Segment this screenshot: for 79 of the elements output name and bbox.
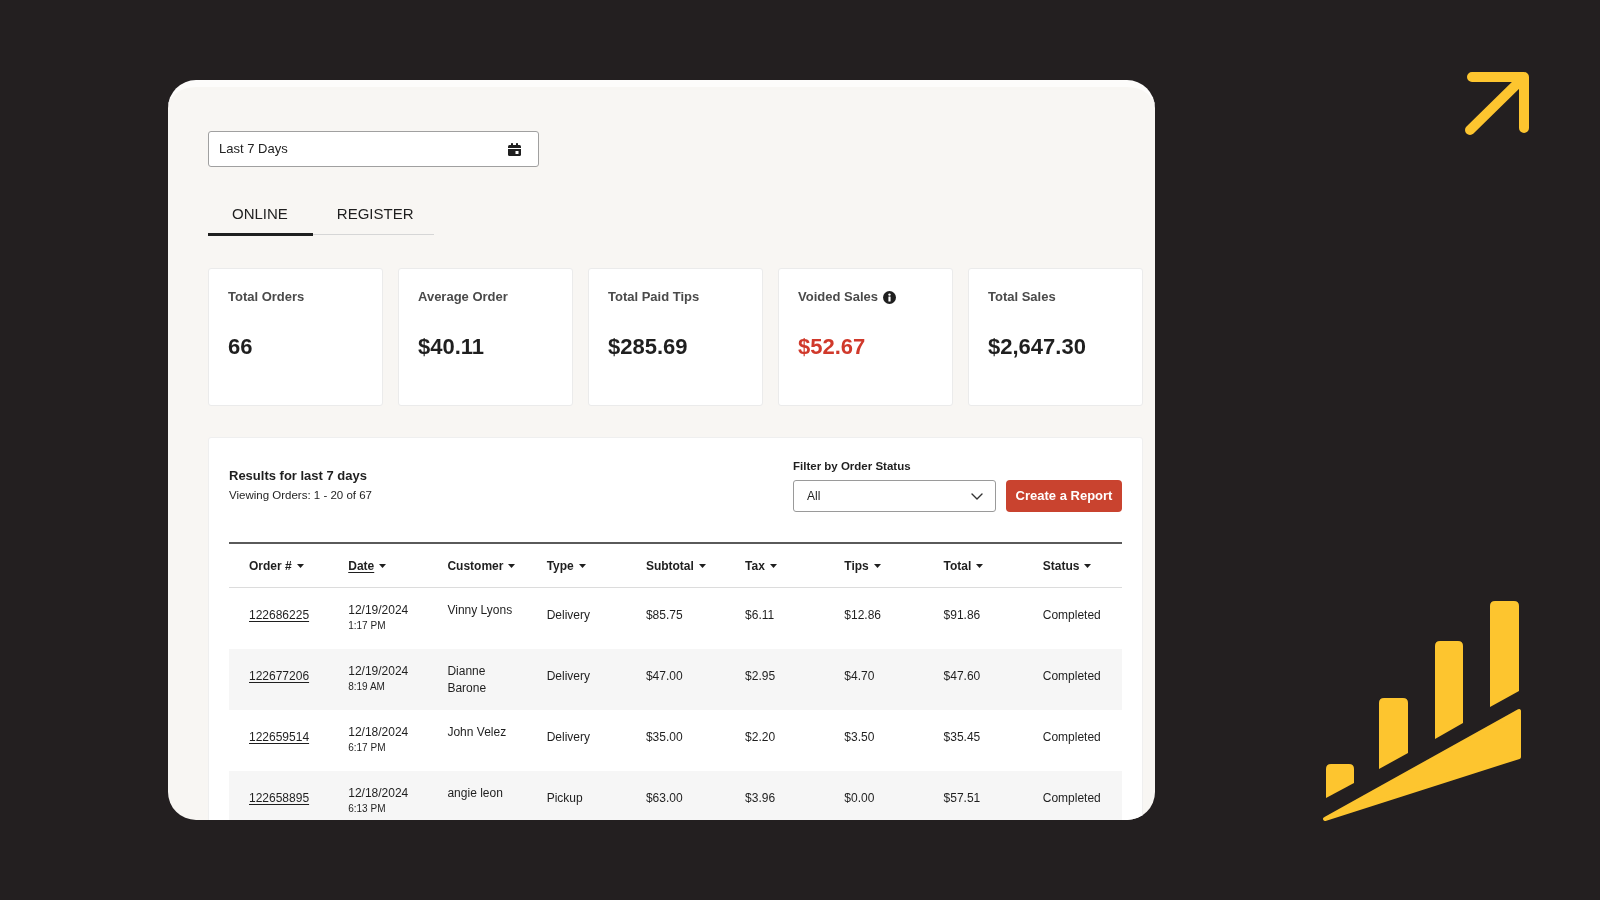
- column-header[interactable]: Tax: [745, 556, 777, 575]
- stat-value: 66: [228, 333, 253, 361]
- table-cell: Delivery: [546, 669, 590, 683]
- tab[interactable]: ONLINE: [208, 195, 313, 236]
- sort-caret-icon: [296, 563, 304, 568]
- table-cell: $3.50: [844, 730, 875, 744]
- stat-value: $52.67: [798, 333, 866, 361]
- table-cell: $85.75: [645, 608, 683, 622]
- column-header[interactable]: Customer: [447, 556, 516, 575]
- table-cell: $47.00: [645, 669, 683, 683]
- order-link[interactable]: 122658895: [249, 791, 310, 805]
- sort-caret-icon: [698, 563, 706, 568]
- filter-label: Filter by Order Status: [793, 459, 912, 474]
- table-cell: $12.86: [844, 608, 882, 622]
- sort-caret-icon: [976, 563, 984, 568]
- order-date: 12/19/2024: [348, 663, 409, 679]
- customer-name: John Velez: [447, 724, 508, 741]
- stat-label: Total Sales: [988, 288, 1056, 307]
- order-time: 6:13 PM: [348, 803, 386, 815]
- stat-value: $285.69: [608, 333, 688, 361]
- sort-caret-icon: [578, 563, 586, 568]
- table-cell: Delivery: [546, 608, 590, 622]
- column-header[interactable]: Tips: [844, 556, 881, 575]
- table-cell: Completed: [1042, 730, 1101, 744]
- customer-name: Dianne Barone: [447, 663, 488, 697]
- column-header[interactable]: Type: [546, 556, 586, 575]
- column-header[interactable]: Order #: [249, 556, 304, 575]
- table-cell: $6.11: [745, 608, 775, 622]
- table-cell: Completed: [1042, 608, 1101, 622]
- table-cell: $2.95: [745, 669, 776, 683]
- table-cell: Pickup: [546, 791, 583, 805]
- table-cell: $35.45: [943, 730, 981, 744]
- order-link[interactable]: 122659514: [249, 730, 310, 744]
- table-cell: $2.20: [745, 730, 776, 744]
- table-cell: $63.00: [645, 791, 683, 805]
- calendar-icon: [508, 142, 521, 156]
- column-header[interactable]: Date: [348, 556, 387, 575]
- stat-label: Total Paid Tips: [608, 288, 700, 307]
- order-link[interactable]: 122686225: [249, 608, 310, 622]
- order-date: 12/18/2024: [348, 785, 409, 801]
- stat-label: Total Orders: [228, 288, 305, 307]
- sort-caret-icon: [873, 563, 881, 568]
- chevron-down-icon: [971, 492, 983, 500]
- table-cell: Completed: [1042, 791, 1101, 805]
- table-cell: $47.60: [943, 669, 981, 683]
- sort-caret-icon: [508, 563, 516, 568]
- sort-caret-icon: [379, 563, 387, 568]
- column-header[interactable]: Subtotal: [645, 556, 706, 575]
- customer-name: Vinny Lyons: [447, 602, 514, 619]
- table-cell: $3.96: [745, 791, 776, 805]
- table-cell: Delivery: [546, 730, 590, 744]
- stat-label: Voided Sales: [798, 288, 878, 307]
- table-cell: $4.70: [844, 669, 875, 683]
- order-date: 12/19/2024: [348, 602, 409, 618]
- table-cell: $35.00: [645, 730, 683, 744]
- order-link[interactable]: 122677206: [249, 669, 310, 683]
- stat-value: $2,647.30: [988, 333, 1086, 361]
- column-header[interactable]: Status: [1042, 556, 1092, 575]
- column-header[interactable]: Total: [943, 556, 984, 575]
- order-time: 8:19 AM: [348, 681, 385, 693]
- sort-caret-icon: [1084, 563, 1092, 568]
- order-time: 6:17 PM: [348, 742, 386, 754]
- order-time: 1:17 PM: [348, 620, 386, 632]
- status-filter-select[interactable]: All: [793, 480, 996, 512]
- stat-label: Average Order: [418, 288, 508, 307]
- customer-name: angie leon: [447, 785, 504, 802]
- results-count: Viewing Orders: 1 - 20 of 67: [229, 488, 372, 503]
- results-title: Results for last 7 days: [229, 467, 368, 485]
- table-cell: Completed: [1042, 669, 1101, 683]
- date-range-field[interactable]: Last 7 Days: [208, 131, 539, 167]
- table-cell: $0.00: [844, 791, 875, 805]
- arrow-up-right-icon: [1465, 72, 1529, 135]
- order-date: 12/18/2024: [348, 724, 409, 740]
- table-cell: $91.86: [943, 608, 981, 622]
- create-report-button[interactable]: Create a Report: [1006, 480, 1122, 512]
- stat-value: $40.11: [418, 333, 485, 361]
- tab[interactable]: REGISTER: [312, 195, 439, 236]
- sort-caret-icon: [769, 563, 777, 568]
- table-cell: $57.51: [943, 791, 981, 805]
